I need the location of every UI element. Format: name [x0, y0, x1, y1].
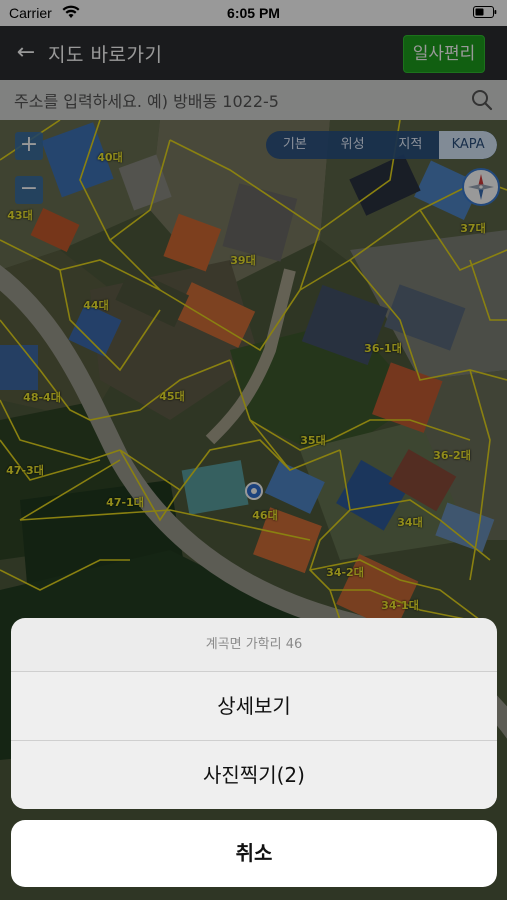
- take-photo-button[interactable]: 사진찍기(2): [11, 740, 497, 809]
- view-details-button[interactable]: 상세보기: [11, 672, 497, 740]
- cancel-button[interactable]: 취소: [11, 820, 497, 887]
- action-sheet-title: 계곡면 가학리 46: [11, 618, 497, 672]
- action-sheet: 계곡면 가학리 46 상세보기 사진찍기(2): [11, 618, 497, 809]
